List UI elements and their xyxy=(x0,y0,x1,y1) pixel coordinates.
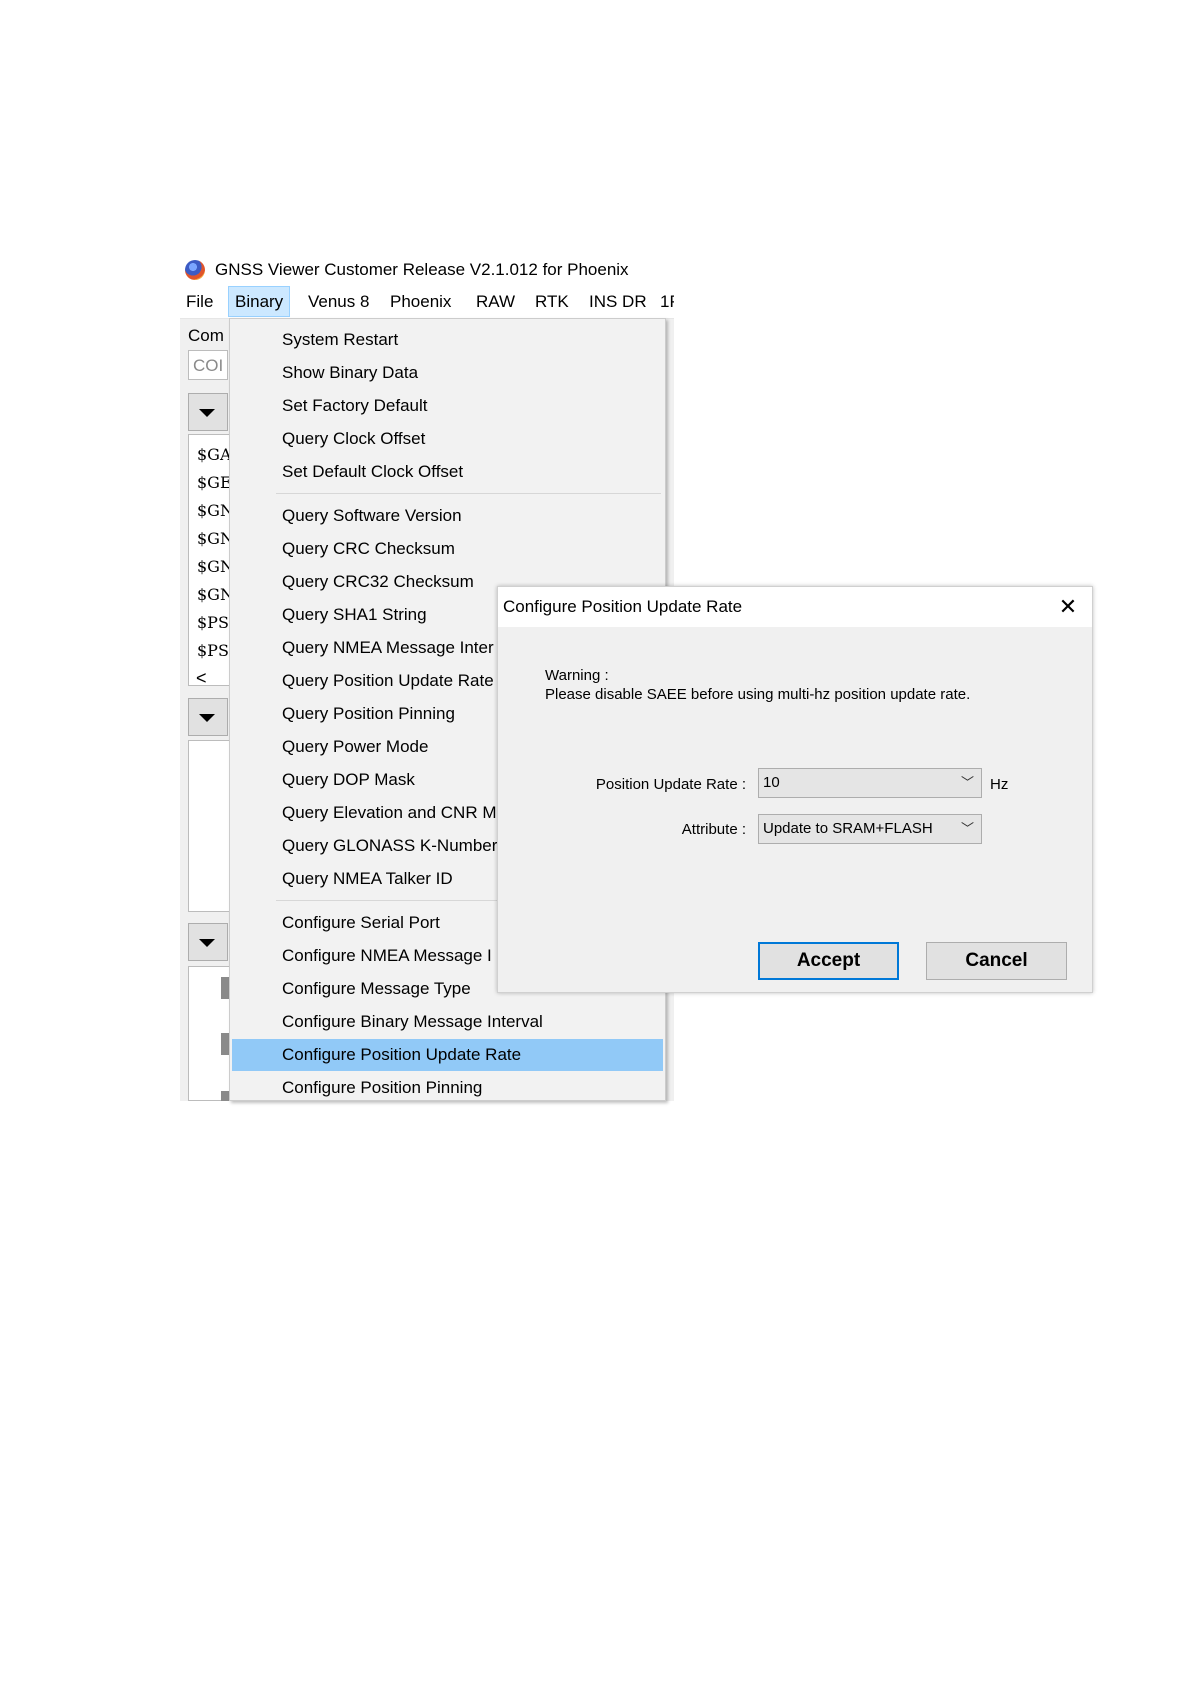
menu-item-system-restart[interactable]: System Restart xyxy=(232,324,663,356)
globe-icon xyxy=(185,260,205,280)
menu-item-query-crc-checksum[interactable]: Query CRC Checksum xyxy=(232,533,663,565)
menu-item-set-default-clock-offset[interactable]: Set Default Clock Offset xyxy=(232,456,663,488)
com-label: Com xyxy=(188,326,224,345)
accept-button[interactable]: Accept xyxy=(758,942,899,980)
chevron-down-icon: ﹀ xyxy=(961,821,975,836)
collapse-button[interactable] xyxy=(188,923,228,961)
attribute-label: Attribute : xyxy=(681,821,746,838)
menu-file[interactable]: File xyxy=(180,286,219,317)
nmea-line: $PS xyxy=(197,613,229,632)
menu-rtk[interactable]: RTK xyxy=(529,286,575,317)
menu-phoenix[interactable]: Phoenix xyxy=(384,286,457,317)
menu-1p[interactable]: 1P xyxy=(654,286,674,317)
rate-unit: Hz xyxy=(990,776,1009,793)
menu-item-query-clock-offset[interactable]: Query Clock Offset xyxy=(232,423,663,455)
warning-title: Warning : xyxy=(545,667,609,684)
warning-text: Please disable SAEE before using multi-h… xyxy=(545,686,971,703)
nmea-line: $PS xyxy=(197,641,229,660)
collapse-button[interactable] xyxy=(188,698,228,736)
rate-label: Position Update Rate : xyxy=(595,776,746,793)
collapse-button[interactable] xyxy=(188,393,228,431)
menu-separator xyxy=(276,493,661,494)
window-title: GNSS Viewer Customer Release V2.1.012 fo… xyxy=(215,260,629,279)
menu-venus8[interactable]: Venus 8 xyxy=(302,286,375,317)
menu-item-configure-position-pinning[interactable]: Configure Position Pinning xyxy=(232,1072,663,1100)
menu-item-set-factory-default[interactable]: Set Factory Default xyxy=(232,390,663,422)
menu-binary[interactable]: Binary xyxy=(228,286,291,317)
close-icon[interactable]: ✕ xyxy=(1056,595,1080,619)
menu-item-query-software-version[interactable]: Query Software Version xyxy=(232,500,663,532)
window-titlebar: GNSS Viewer Customer Release V2.1.012 fo… xyxy=(180,252,674,286)
cancel-button[interactable]: Cancel xyxy=(926,942,1067,980)
dialog-title: Configure Position Update Rate xyxy=(503,597,743,616)
menu-ins-dr[interactable]: INS DR xyxy=(583,286,653,317)
menu-item-configure-binary-message-interval[interactable]: Configure Binary Message Interval xyxy=(232,1006,663,1038)
rate-select[interactable]: 10 ﹀ xyxy=(758,768,982,798)
scroll-left-arrow[interactable]: < xyxy=(196,668,207,689)
rate-value: 10 xyxy=(763,774,780,791)
attribute-value: Update to SRAM+FLASH xyxy=(763,820,933,837)
attribute-select[interactable]: Update to SRAM+FLASH ﹀ xyxy=(758,814,982,844)
menu-raw[interactable]: RAW xyxy=(470,286,521,317)
nmea-line: $GA xyxy=(197,445,232,464)
configure-position-update-rate-dialog: Configure Position Update Rate ✕ Warning… xyxy=(497,586,1093,993)
menu-item-show-binary-data[interactable]: Show Binary Data xyxy=(232,357,663,389)
nmea-line: $GE xyxy=(197,473,232,492)
com-port-combo[interactable]: COI xyxy=(188,350,228,380)
menu-item-configure-position-update-rate[interactable]: Configure Position Update Rate xyxy=(232,1039,663,1071)
dialog-titlebar: Configure Position Update Rate ✕ xyxy=(498,587,1092,627)
chevron-down-icon: ﹀ xyxy=(961,775,975,790)
menubar: File Binary Venus 8 Phoenix RAW RTK INS … xyxy=(180,286,674,319)
